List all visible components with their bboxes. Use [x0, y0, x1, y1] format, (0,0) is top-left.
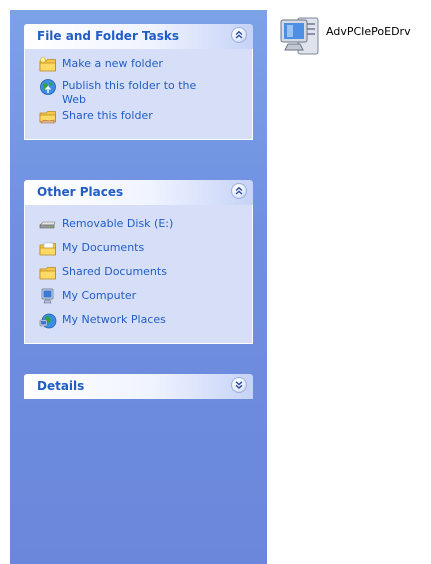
setup-installer-icon [280, 17, 319, 55]
task-label: My Computer [62, 289, 137, 302]
group-title: Other Places [37, 185, 124, 199]
place-my-computer[interactable]: My Computer [39, 288, 252, 313]
file-folder-tasks-list: Make a new folder Publish this folder to… [24, 49, 253, 140]
expand-chevron-icon[interactable] [231, 377, 247, 393]
place-removable-disk[interactable]: Removable Disk (E:) [39, 217, 252, 241]
task-make-new-folder[interactable]: Make a new folder [39, 57, 252, 79]
place-shared-documents[interactable]: Shared Documents [39, 265, 252, 289]
task-label: Publish this folder to the Web [62, 79, 197, 106]
shared-documents-icon [39, 267, 56, 280]
my-computer-icon [41, 288, 54, 304]
share-folder-icon [39, 111, 56, 124]
details-group: Details [24, 374, 253, 399]
other-places-list: Removable Disk (E:) My Documents Shared … [24, 205, 253, 344]
file-item[interactable]: AdvPCIePoEDrv [278, 14, 411, 58]
file-folder-tasks-header[interactable]: File and Folder Tasks [24, 24, 253, 49]
my-documents-icon [39, 242, 56, 256]
file-name: AdvPCIePoEDrv [326, 25, 411, 38]
task-label: My Network Places [62, 313, 166, 326]
removable-disk-icon [39, 221, 56, 229]
other-places-header[interactable]: Other Places [24, 180, 253, 205]
task-label: Shared Documents [62, 265, 167, 278]
task-publish-web[interactable]: Publish this folder to the Web [39, 79, 252, 109]
my-network-places-icon [39, 313, 57, 329]
details-header[interactable]: Details [24, 374, 253, 399]
task-share-folder[interactable]: Share this folder [39, 109, 252, 131]
task-label: Removable Disk (E:) [62, 217, 174, 230]
place-my-network-places[interactable]: My Network Places [39, 313, 252, 337]
group-title: Details [37, 379, 85, 393]
new-folder-icon [39, 57, 56, 72]
other-places-group: Other Places Removable Disk (E:) My Docu… [24, 180, 253, 344]
task-pane: File and Folder Tasks Make a new folder [10, 10, 267, 564]
collapse-chevron-icon[interactable] [231, 27, 247, 43]
task-label: Share this folder [62, 109, 153, 122]
task-label: My Documents [62, 241, 145, 254]
group-title: File and Folder Tasks [37, 29, 180, 43]
collapse-chevron-icon[interactable] [231, 183, 247, 199]
file-folder-tasks-group: File and Folder Tasks Make a new folder [24, 24, 253, 140]
place-my-documents[interactable]: My Documents [39, 241, 252, 265]
task-label: Make a new folder [62, 57, 163, 70]
publish-web-icon [40, 79, 56, 95]
